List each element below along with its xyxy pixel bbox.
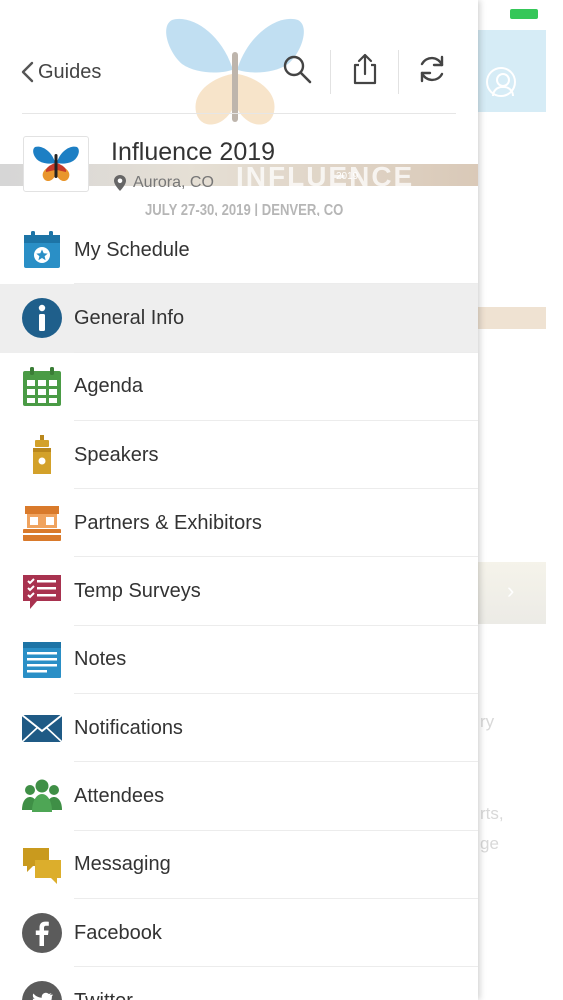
people-icon — [22, 779, 62, 812]
event-logo — [23, 136, 89, 192]
banner-year: 2019 — [336, 171, 359, 182]
booth-icon — [23, 506, 61, 542]
podium-icon — [33, 435, 51, 475]
refresh-icon[interactable] — [415, 52, 449, 86]
menu-item-partners-exhibitors[interactable]: Partners & Exhibitors — [0, 489, 478, 558]
navigation-drawer: Guides INFLUENCE 2019 JULY 27-30, 2019 |… — [0, 0, 478, 1000]
menu-item-label: Messaging — [74, 853, 171, 876]
menu-item-agenda[interactable]: Agenda — [0, 353, 478, 422]
share-icon[interactable] — [348, 52, 382, 86]
back-button-label: Guides — [38, 60, 102, 83]
calendar-grid-icon — [23, 366, 61, 406]
profile-icon[interactable] — [486, 67, 516, 97]
chat-bubbles-icon — [23, 847, 61, 884]
menu-item-general-info[interactable]: General Info — [0, 284, 478, 353]
facebook-icon — [22, 913, 62, 954]
back-button[interactable]: Guides — [20, 58, 101, 86]
menu-item-attendees[interactable]: Attendees — [0, 762, 478, 831]
banner-dates: JULY 27-30, 2019 | DENVER, CO — [145, 202, 344, 216]
background-text: rts, — [480, 804, 504, 823]
menu-item-label: Partners & Exhibitors — [74, 511, 262, 534]
chevron-right-icon[interactable]: › — [507, 578, 514, 604]
location-pin-icon — [114, 175, 126, 191]
envelope-icon — [21, 714, 63, 743]
menu-item-label: Twitter — [74, 990, 133, 1000]
drawer-toolbar: Guides — [0, 30, 478, 114]
menu-item-my-schedule[interactable]: My Schedule — [0, 216, 478, 285]
menu-item-messaging[interactable]: Messaging — [0, 831, 478, 900]
toolbar-divider — [330, 50, 331, 94]
menu-item-label: My Schedule — [74, 238, 190, 261]
menu-item-speakers[interactable]: Speakers — [0, 421, 478, 490]
menu-item-notes[interactable]: Notes — [0, 626, 478, 695]
butterfly-icon — [33, 146, 79, 182]
menu-item-label: Agenda — [74, 375, 143, 398]
background-text: ry — [480, 712, 495, 731]
menu-item-label: General Info — [74, 306, 185, 329]
menu-item-twitter[interactable]: Twitter — [0, 967, 478, 1000]
drawer-menu: My Schedule General Info Agenda Speakers… — [0, 216, 478, 1000]
background-text: ge — [480, 834, 499, 853]
twitter-icon — [22, 981, 62, 1000]
event-location-text: Aurora, CO — [133, 174, 214, 191]
toolbar-divider — [398, 50, 399, 94]
chevron-left-icon — [21, 61, 34, 83]
event-title: Influence 2019 — [111, 138, 276, 166]
menu-item-temp-surveys[interactable]: Temp Surveys — [0, 557, 478, 627]
menu-item-notifications[interactable]: Notifications — [0, 694, 478, 763]
search-icon[interactable] — [280, 52, 314, 86]
event-header[interactable]: INFLUENCE 2019 JULY 27-30, 2019 | DENVER… — [0, 114, 478, 216]
background-banner-strip — [478, 307, 546, 329]
menu-item-label: Temp Surveys — [74, 580, 201, 603]
menu-item-label: Notifications — [74, 716, 183, 739]
menu-item-label: Speakers — [74, 443, 159, 466]
calendar-star-icon — [24, 231, 60, 269]
menu-item-label: Notes — [74, 648, 127, 671]
event-location: Aurora, CO — [113, 174, 214, 192]
menu-item-facebook[interactable]: Facebook — [0, 899, 478, 968]
battery-icon — [510, 9, 538, 19]
menu-item-label: Facebook — [74, 921, 162, 944]
survey-icon — [23, 574, 61, 609]
info-icon — [22, 298, 62, 339]
notes-icon — [23, 641, 61, 678]
menu-item-label: Attendees — [74, 785, 165, 808]
